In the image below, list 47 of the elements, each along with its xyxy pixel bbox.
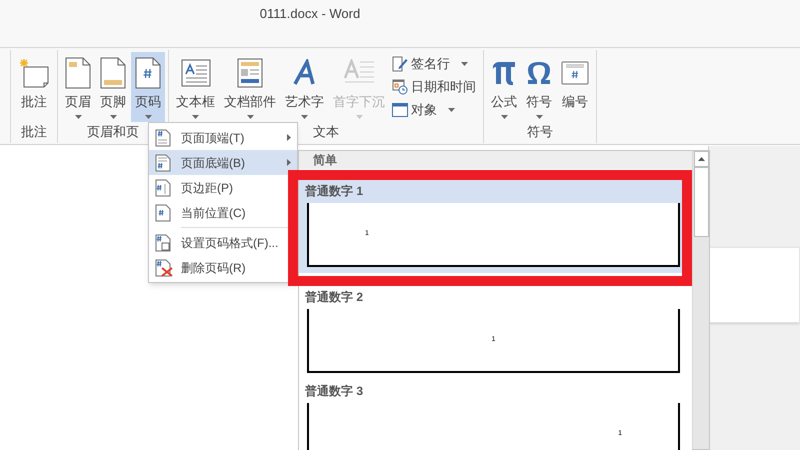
ribbon-button[interactable]: 页码 <box>131 52 165 122</box>
menu-item[interactable]: 页面底端(B) <box>149 150 297 175</box>
wordart-icon <box>292 59 318 87</box>
page-header-icon <box>65 57 91 89</box>
gallery-header: 简单 <box>313 152 337 169</box>
menu-item[interactable]: 删除页码(R) <box>149 255 297 280</box>
pi-icon <box>491 60 517 86</box>
page-number-icon <box>155 204 171 222</box>
page-footer-icon <box>100 57 126 89</box>
ribbon-button[interactable]: 艺术字 <box>281 52 328 122</box>
page-bottom-number-icon <box>155 154 171 172</box>
menu-item[interactable]: 设置页码格式(F)... <box>149 230 297 255</box>
object-window-icon <box>392 103 408 117</box>
calendar-clock-icon <box>392 79 408 95</box>
menu-item[interactable]: 当前位置(C) <box>149 200 297 225</box>
numbering-icon <box>561 61 589 85</box>
ribbon-button[interactable]: 文本框 <box>172 52 219 122</box>
page-margin-number-icon <box>155 178 171 196</box>
group-label: 符号 <box>527 123 553 141</box>
group-label: 页眉和页 <box>87 123 139 141</box>
menu-item[interactable]: 页面顶端(T) <box>149 125 297 150</box>
group-label: 文本 <box>313 123 339 141</box>
ribbon-small-button[interactable]: 对象 <box>392 100 480 120</box>
format-page-number-icon <box>155 234 171 252</box>
group-label: 批注 <box>21 123 47 141</box>
menu-item[interactable]: 页边距(P) <box>149 175 297 200</box>
page-number-icon <box>135 57 161 89</box>
document-parts-icon <box>237 58 263 88</box>
ribbon-button[interactable]: 符号 <box>522 52 556 122</box>
ribbon-button[interactable]: 页脚 <box>96 52 130 122</box>
ribbon-small-button[interactable]: 日期和时间 <box>392 77 480 97</box>
remove-page-number-icon <box>155 258 173 276</box>
ribbon-small-button[interactable]: 签名行 <box>392 54 480 74</box>
scrollbar[interactable] <box>692 151 709 449</box>
scroll-thumb[interactable] <box>694 167 708 237</box>
ribbon-button[interactable]: 页眉 <box>61 52 95 122</box>
ribbon-button[interactable]: 公式 <box>487 52 521 122</box>
page-top-number-icon <box>155 128 171 146</box>
text-box-icon <box>180 59 210 87</box>
window-title: 0111.docx - Word <box>260 5 360 23</box>
omega-icon <box>526 60 552 86</box>
ribbon-button[interactable]: 批注 <box>14 52 54 122</box>
ribbon-button[interactable]: 文档部件 <box>220 52 280 122</box>
signature-pen-icon <box>392 56 408 72</box>
scroll-up-icon[interactable] <box>698 157 704 161</box>
note-icon <box>18 57 50 89</box>
ribbon-button[interactable]: 编号 <box>557 52 593 122</box>
